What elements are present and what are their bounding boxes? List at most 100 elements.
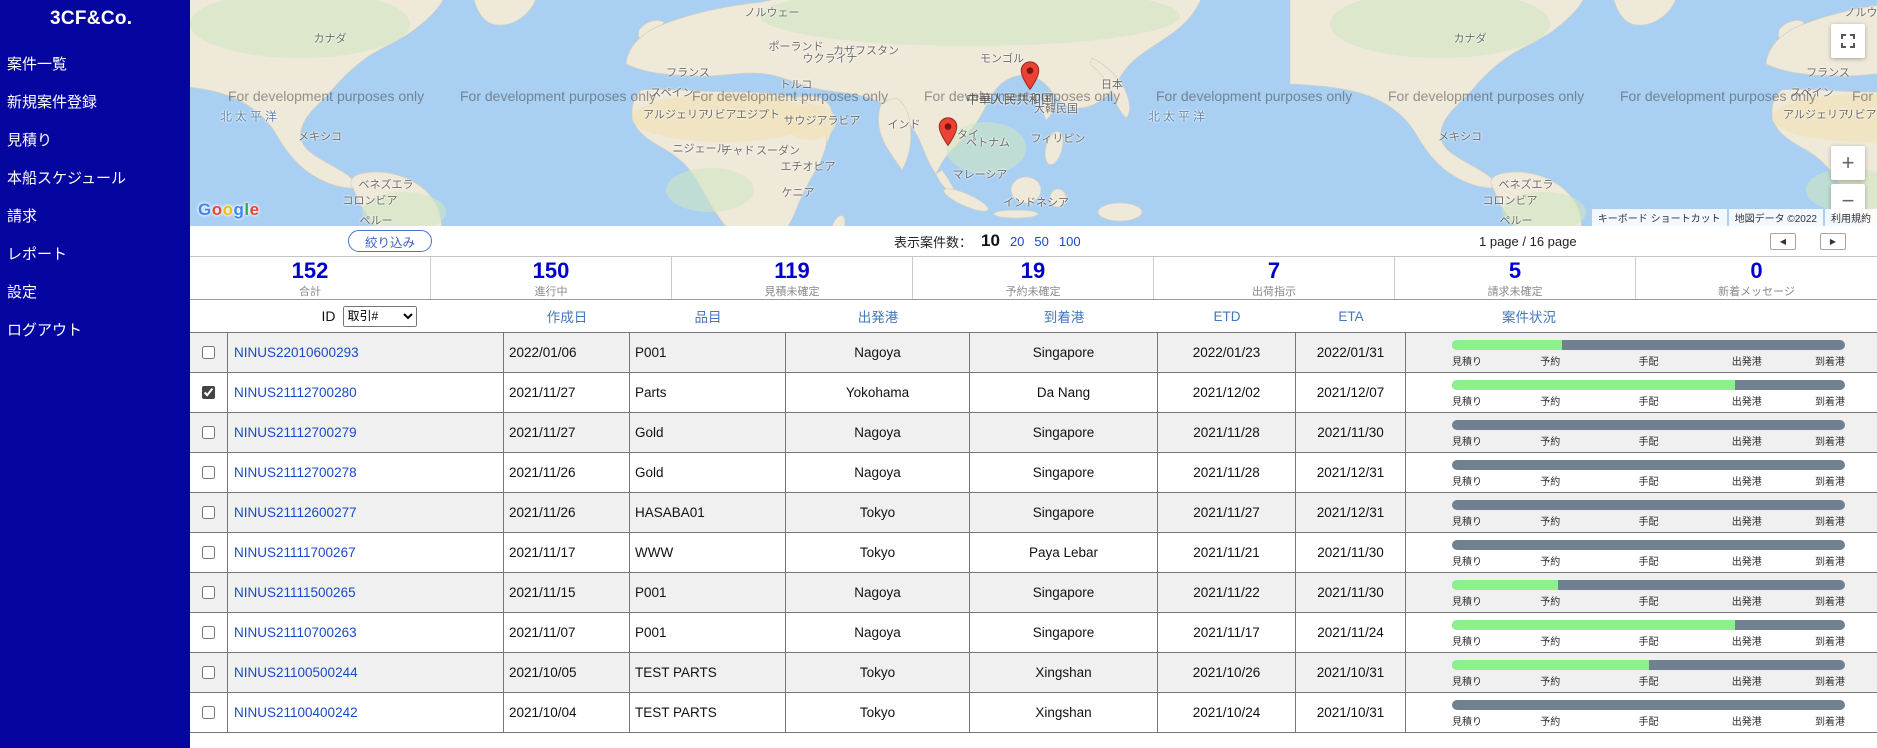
zoom-in-button[interactable]: + bbox=[1831, 146, 1865, 180]
progress-stage-label: 予約 bbox=[1540, 477, 1561, 488]
cell-etd: 2021/12/02 bbox=[1158, 373, 1296, 413]
progress-stage-label: 出発港 bbox=[1731, 477, 1762, 488]
progress-stage-label: 見積り bbox=[1452, 477, 1482, 488]
cell-checkbox bbox=[190, 413, 228, 453]
row-checkbox[interactable] bbox=[202, 706, 215, 719]
row-checkbox[interactable] bbox=[202, 466, 215, 479]
row-checkbox[interactable] bbox=[202, 546, 215, 559]
fullscreen-button[interactable] bbox=[1831, 24, 1865, 58]
map-shortcuts-link[interactable]: キーボード ショートカット bbox=[1591, 209, 1727, 226]
progress-stage-label: 予約 bbox=[1540, 437, 1561, 448]
map-terms-link[interactable]: 利用規約 bbox=[1825, 209, 1877, 226]
progress-stage-label: 見積り bbox=[1452, 557, 1482, 568]
case-id-link[interactable]: NINUS22010600293 bbox=[234, 345, 359, 360]
sidebar-item-report[interactable]: レポート bbox=[0, 236, 190, 274]
cell-status: 見積り 予約 手配 出発港 到着港 bbox=[1406, 453, 1877, 493]
prev-page-button[interactable]: ◀ bbox=[1770, 233, 1796, 250]
col-header-etd: ETD bbox=[1213, 308, 1241, 324]
progress-stage-label: 到着港 bbox=[1815, 717, 1845, 728]
filter-button[interactable]: 絞り込み bbox=[348, 230, 433, 252]
sidebar-item-billing[interactable]: 請求 bbox=[0, 198, 190, 236]
progress-stage-label: 出発港 bbox=[1731, 437, 1762, 448]
cell-status: 見積り 予約 手配 出発港 到着港 bbox=[1406, 693, 1877, 733]
col-header-created: 作成日 bbox=[546, 310, 588, 325]
progress-stage-labels: 見積り 予約 手配 出発港 到着港 bbox=[1452, 552, 1845, 568]
sidebar-item-vessel-schedule[interactable]: 本船スケジュール bbox=[0, 160, 190, 198]
map-pin[interactable] bbox=[1020, 61, 1040, 96]
table-row: NINUS21112700280 2021/11/27 Parts Yokohama D… bbox=[190, 373, 1877, 413]
row-checkbox[interactable] bbox=[202, 586, 215, 599]
count-option-100[interactable]: 100 bbox=[1059, 234, 1081, 249]
progress-bar bbox=[1452, 460, 1845, 470]
case-id-link[interactable]: NINUS21100500244 bbox=[234, 665, 358, 680]
cell-item: Gold bbox=[630, 413, 786, 453]
cell-created: 2021/11/07 bbox=[504, 613, 630, 653]
sidebar-item-settings[interactable]: 設定 bbox=[0, 274, 190, 312]
count-option-20[interactable]: 20 bbox=[1010, 234, 1024, 249]
cell-id: NINUS21111700267 bbox=[228, 533, 504, 573]
cell-created: 2021/11/17 bbox=[504, 533, 630, 573]
cell-item: Parts bbox=[630, 373, 786, 413]
table-row: NINUS22010600293 2022/01/06 P001 Nagoya Sing… bbox=[190, 333, 1877, 373]
case-id-link[interactable]: NINUS21112700279 bbox=[234, 425, 357, 440]
cell-item: Gold bbox=[630, 453, 786, 493]
display-count-label: 表示案件数： bbox=[894, 234, 973, 250]
cell-arrival-port: Singapore bbox=[970, 493, 1158, 533]
sidebar-item-logout[interactable]: ログアウト bbox=[0, 312, 190, 350]
map-canvas[interactable]: 北太平洋 カナダ メキシコ ベネズエラ コロンビア ペルー ノルウェー ポーランド ウクライナフ… bbox=[190, 0, 1877, 226]
row-checkbox[interactable] bbox=[202, 666, 215, 679]
cell-status: 見積り 予約 手配 出発港 到着港 bbox=[1406, 333, 1877, 373]
cell-checkbox bbox=[190, 653, 228, 693]
cell-eta: 2022/01/31 bbox=[1296, 333, 1406, 373]
progress-stage-label: 手配 bbox=[1638, 597, 1659, 608]
cell-item: P001 bbox=[630, 333, 786, 373]
cell-origin-port: Nagoya bbox=[786, 333, 970, 373]
sidebar-item-case-list[interactable]: 案件一覧 bbox=[0, 46, 190, 84]
cell-created: 2021/11/27 bbox=[504, 413, 630, 453]
case-id-link[interactable]: NINUS21111500265 bbox=[234, 585, 356, 600]
table-row: NINUS21112700279 2021/11/27 Gold Nagoya Sing… bbox=[190, 413, 1877, 453]
row-checkbox[interactable] bbox=[202, 506, 215, 519]
display-count-group: 表示案件数： 10 20 50 100 bbox=[894, 226, 1081, 256]
sidebar-item-new-case[interactable]: 新規案件登録 bbox=[0, 84, 190, 122]
next-page-button[interactable]: ▶ bbox=[1820, 233, 1846, 250]
cell-id: NINUS21112700278 bbox=[228, 453, 504, 493]
cell-item: P001 bbox=[630, 613, 786, 653]
progress-stage-label: 手配 bbox=[1638, 677, 1659, 688]
progress-stage-labels: 見積り 予約 手配 出発港 到着港 bbox=[1452, 672, 1845, 688]
stat-value: 0 bbox=[1750, 258, 1763, 283]
case-id-link[interactable]: NINUS21100400242 bbox=[234, 705, 358, 720]
progress-stage-label: 出発港 bbox=[1731, 557, 1762, 568]
stat-label: 予約未確定 bbox=[1005, 286, 1061, 298]
case-id-link[interactable]: NINUS21112600277 bbox=[234, 505, 357, 520]
case-id-link[interactable]: NINUS21110700263 bbox=[234, 625, 357, 640]
cell-eta: 2021/10/31 bbox=[1296, 653, 1406, 693]
row-checkbox[interactable] bbox=[202, 346, 215, 359]
count-option-50[interactable]: 50 bbox=[1034, 234, 1048, 249]
progress-bar bbox=[1452, 620, 1845, 630]
table-row: NINUS21100500244 2021/10/05 TEST PARTS Toky… bbox=[190, 653, 1877, 693]
stat-value: 119 bbox=[774, 258, 810, 283]
map-pin[interactable] bbox=[938, 117, 958, 152]
google-logo: Google bbox=[198, 200, 260, 219]
cell-id: NINUS21111500265 bbox=[228, 573, 504, 613]
cell-eta: 2021/11/30 bbox=[1296, 533, 1406, 573]
row-checkbox[interactable] bbox=[202, 386, 215, 399]
case-id-link[interactable]: NINUS21111700267 bbox=[234, 545, 356, 560]
stat-value: 7 bbox=[1267, 258, 1281, 283]
cell-item: P001 bbox=[630, 573, 786, 613]
progress-stage-labels: 見積り 予約 手配 出発港 到着港 bbox=[1452, 712, 1845, 728]
case-id-link[interactable]: NINUS21112700280 bbox=[234, 385, 357, 400]
sidebar-item-quote[interactable]: 見積り bbox=[0, 122, 190, 160]
case-id-link[interactable]: NINUS21112700278 bbox=[234, 465, 357, 480]
cell-item: TEST PARTS bbox=[630, 693, 786, 733]
row-checkbox[interactable] bbox=[202, 626, 215, 639]
progress-stage-label: 出発港 bbox=[1731, 717, 1762, 728]
stat-label: 出荷指示 bbox=[1252, 286, 1296, 298]
cell-status: 見積り 予約 手配 出発港 到着港 bbox=[1406, 573, 1877, 613]
stat-shipping-instruction: 7 出荷指示 bbox=[1154, 257, 1395, 299]
count-option-10[interactable]: 10 bbox=[981, 231, 1000, 251]
row-checkbox[interactable] bbox=[202, 426, 215, 439]
id-filter-select[interactable]: 取引# bbox=[342, 305, 417, 327]
stat-total: 152 合計 bbox=[190, 257, 431, 299]
